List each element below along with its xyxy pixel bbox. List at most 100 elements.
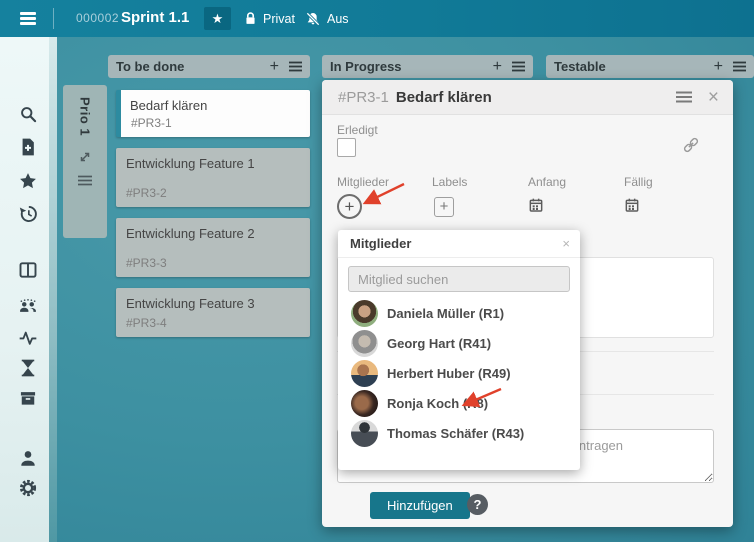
board-columns-icon bbox=[19, 262, 37, 278]
member-name: Thomas Schäfer (R43) bbox=[387, 425, 525, 441]
archive-icon bbox=[20, 392, 36, 405]
card-id: #PR3-2 bbox=[126, 186, 167, 200]
member-row-georg[interactable]: Georg Hart (R41) bbox=[338, 328, 580, 358]
gear-icon bbox=[19, 479, 37, 497]
column-header-in-progress: In Progress + bbox=[322, 55, 533, 78]
notifications-toggle[interactable]: Aus bbox=[305, 0, 349, 37]
avatar bbox=[351, 299, 378, 327]
column-title: To be done bbox=[116, 59, 185, 74]
avatar bbox=[351, 329, 378, 357]
done-checkbox[interactable] bbox=[337, 138, 356, 157]
sidebar-item-board[interactable] bbox=[18, 260, 38, 280]
members-label: Mitglieder bbox=[337, 175, 390, 189]
sidebar-item-members[interactable] bbox=[18, 296, 38, 316]
column-menu-icon[interactable] bbox=[512, 61, 525, 72]
note-add-icon bbox=[22, 138, 34, 156]
sidebar-item-activity[interactable] bbox=[18, 328, 38, 348]
topbar-divider bbox=[53, 8, 54, 29]
notifications-label: Aus bbox=[327, 11, 349, 26]
card-title: Entwicklung Feature 1 bbox=[126, 156, 255, 171]
modal-card-title: Bedarf klären bbox=[395, 88, 492, 106]
column-header-testable: Testable + bbox=[546, 55, 754, 78]
member-row-ronja[interactable]: Ronja Koch (R8) bbox=[338, 388, 580, 418]
bell-off-icon bbox=[306, 11, 320, 26]
add-member-button[interactable]: + bbox=[337, 194, 362, 219]
modal-menu-icon[interactable] bbox=[675, 91, 692, 103]
sidebar-item-time[interactable] bbox=[18, 358, 38, 378]
member-name: Daniela Müller (R1) bbox=[387, 305, 505, 321]
card-id: #PR3-4 bbox=[126, 316, 167, 330]
left-sidebar bbox=[0, 33, 57, 542]
due-date-calendar-icon[interactable] bbox=[624, 197, 640, 218]
start-date-calendar-icon[interactable] bbox=[528, 197, 544, 218]
hourglass-icon bbox=[21, 359, 35, 377]
member-search-input[interactable] bbox=[348, 266, 570, 292]
activity-icon bbox=[19, 331, 37, 345]
card-title: Entwicklung Feature 3 bbox=[126, 296, 255, 311]
swimlane-label: Prio 1 bbox=[77, 97, 93, 137]
sidebar-item-history[interactable] bbox=[18, 204, 38, 224]
modal-header: #PR3-1 Bedarf klären × bbox=[322, 80, 733, 115]
due-label: Fällig bbox=[624, 175, 653, 189]
sidebar-item-archive[interactable] bbox=[18, 388, 38, 408]
add-card-icon[interactable]: + bbox=[714, 58, 723, 75]
member-row-thomas[interactable]: Thomas Schäfer (R43) bbox=[338, 418, 580, 448]
card-pr3-4[interactable]: Entwicklung Feature 3 #PR3-4 bbox=[116, 288, 310, 337]
card-title: Entwicklung Feature 2 bbox=[126, 226, 255, 241]
members-popup: Mitglieder × Daniela Müller (R1) Georg H… bbox=[338, 230, 580, 470]
column-title: Testable bbox=[554, 59, 606, 74]
add-card-icon[interactable]: + bbox=[270, 58, 279, 75]
star-icon: ★ bbox=[211, 10, 224, 26]
sidebar-item-search[interactable] bbox=[18, 104, 38, 124]
board-number: 000002 bbox=[76, 11, 120, 25]
sidebar-item-settings[interactable] bbox=[18, 478, 38, 498]
card-id: #PR3-3 bbox=[126, 256, 167, 270]
card-pr3-3[interactable]: Entwicklung Feature 2 #PR3-3 bbox=[116, 218, 310, 277]
collapse-swimlane-icon[interactable] bbox=[79, 150, 91, 168]
favorite-star-button[interactable]: ★ bbox=[204, 7, 231, 30]
card-title: Bedarf klären bbox=[130, 98, 208, 113]
person-icon bbox=[21, 451, 35, 466]
member-row-herbert[interactable]: Herbert Huber (R49) bbox=[338, 358, 580, 388]
column-header-to-be-done: To be done + bbox=[108, 55, 310, 78]
member-name: Georg Hart (R41) bbox=[387, 335, 492, 351]
sidebar-item-profile[interactable] bbox=[18, 448, 38, 468]
member-name: Herbert Huber (R49) bbox=[387, 365, 511, 381]
labels-label: Labels bbox=[432, 175, 468, 189]
card-pr3-2[interactable]: Entwicklung Feature 1 #PR3-2 bbox=[116, 148, 310, 207]
avatar bbox=[351, 389, 378, 417]
member-name: Ronja Koch (R8) bbox=[387, 395, 489, 411]
swimlane-menu-icon[interactable] bbox=[78, 173, 92, 191]
board-title: Sprint 1.1 bbox=[121, 9, 190, 26]
member-row-daniela[interactable]: Daniela Müller (R1) bbox=[338, 298, 580, 328]
top-bar: 000002 Sprint 1.1 ★ Privat Aus bbox=[0, 0, 754, 37]
add-card-icon[interactable]: + bbox=[493, 58, 502, 75]
lock-icon bbox=[246, 12, 255, 24]
column-menu-icon[interactable] bbox=[289, 61, 302, 72]
sidebar-edge bbox=[49, 33, 57, 542]
sidebar-item-add-document[interactable] bbox=[18, 137, 38, 157]
card-link-icon[interactable] bbox=[682, 136, 700, 159]
search-icon bbox=[21, 107, 37, 123]
sidebar-item-favorites[interactable] bbox=[18, 171, 38, 191]
members-popup-close-icon[interactable]: × bbox=[562, 236, 570, 251]
avatar bbox=[351, 419, 378, 447]
card-id: #PR3-1 bbox=[131, 116, 172, 130]
add-comment-button[interactable]: Hinzufügen bbox=[370, 492, 470, 519]
hamburger-menu-icon[interactable] bbox=[20, 12, 36, 25]
help-icon[interactable]: ? bbox=[467, 494, 488, 515]
add-label-button[interactable]: + bbox=[434, 197, 454, 217]
avatar bbox=[351, 359, 378, 387]
members-popup-title: Mitglieder bbox=[350, 236, 412, 251]
modal-card-id: #PR3-1 bbox=[338, 88, 389, 106]
column-title: In Progress bbox=[330, 59, 402, 74]
star-icon bbox=[20, 173, 36, 189]
history-icon bbox=[19, 205, 37, 223]
done-label: Erledigt bbox=[337, 123, 378, 137]
modal-close-icon[interactable]: × bbox=[708, 88, 719, 107]
privacy-toggle[interactable]: Privat bbox=[244, 0, 295, 37]
swimlane-prio-1[interactable]: Prio 1 bbox=[63, 85, 107, 238]
column-menu-icon[interactable] bbox=[733, 61, 746, 72]
members-popup-header: Mitglieder × bbox=[338, 230, 580, 258]
card-pr3-1[interactable]: Bedarf klären #PR3-1 bbox=[116, 90, 310, 137]
